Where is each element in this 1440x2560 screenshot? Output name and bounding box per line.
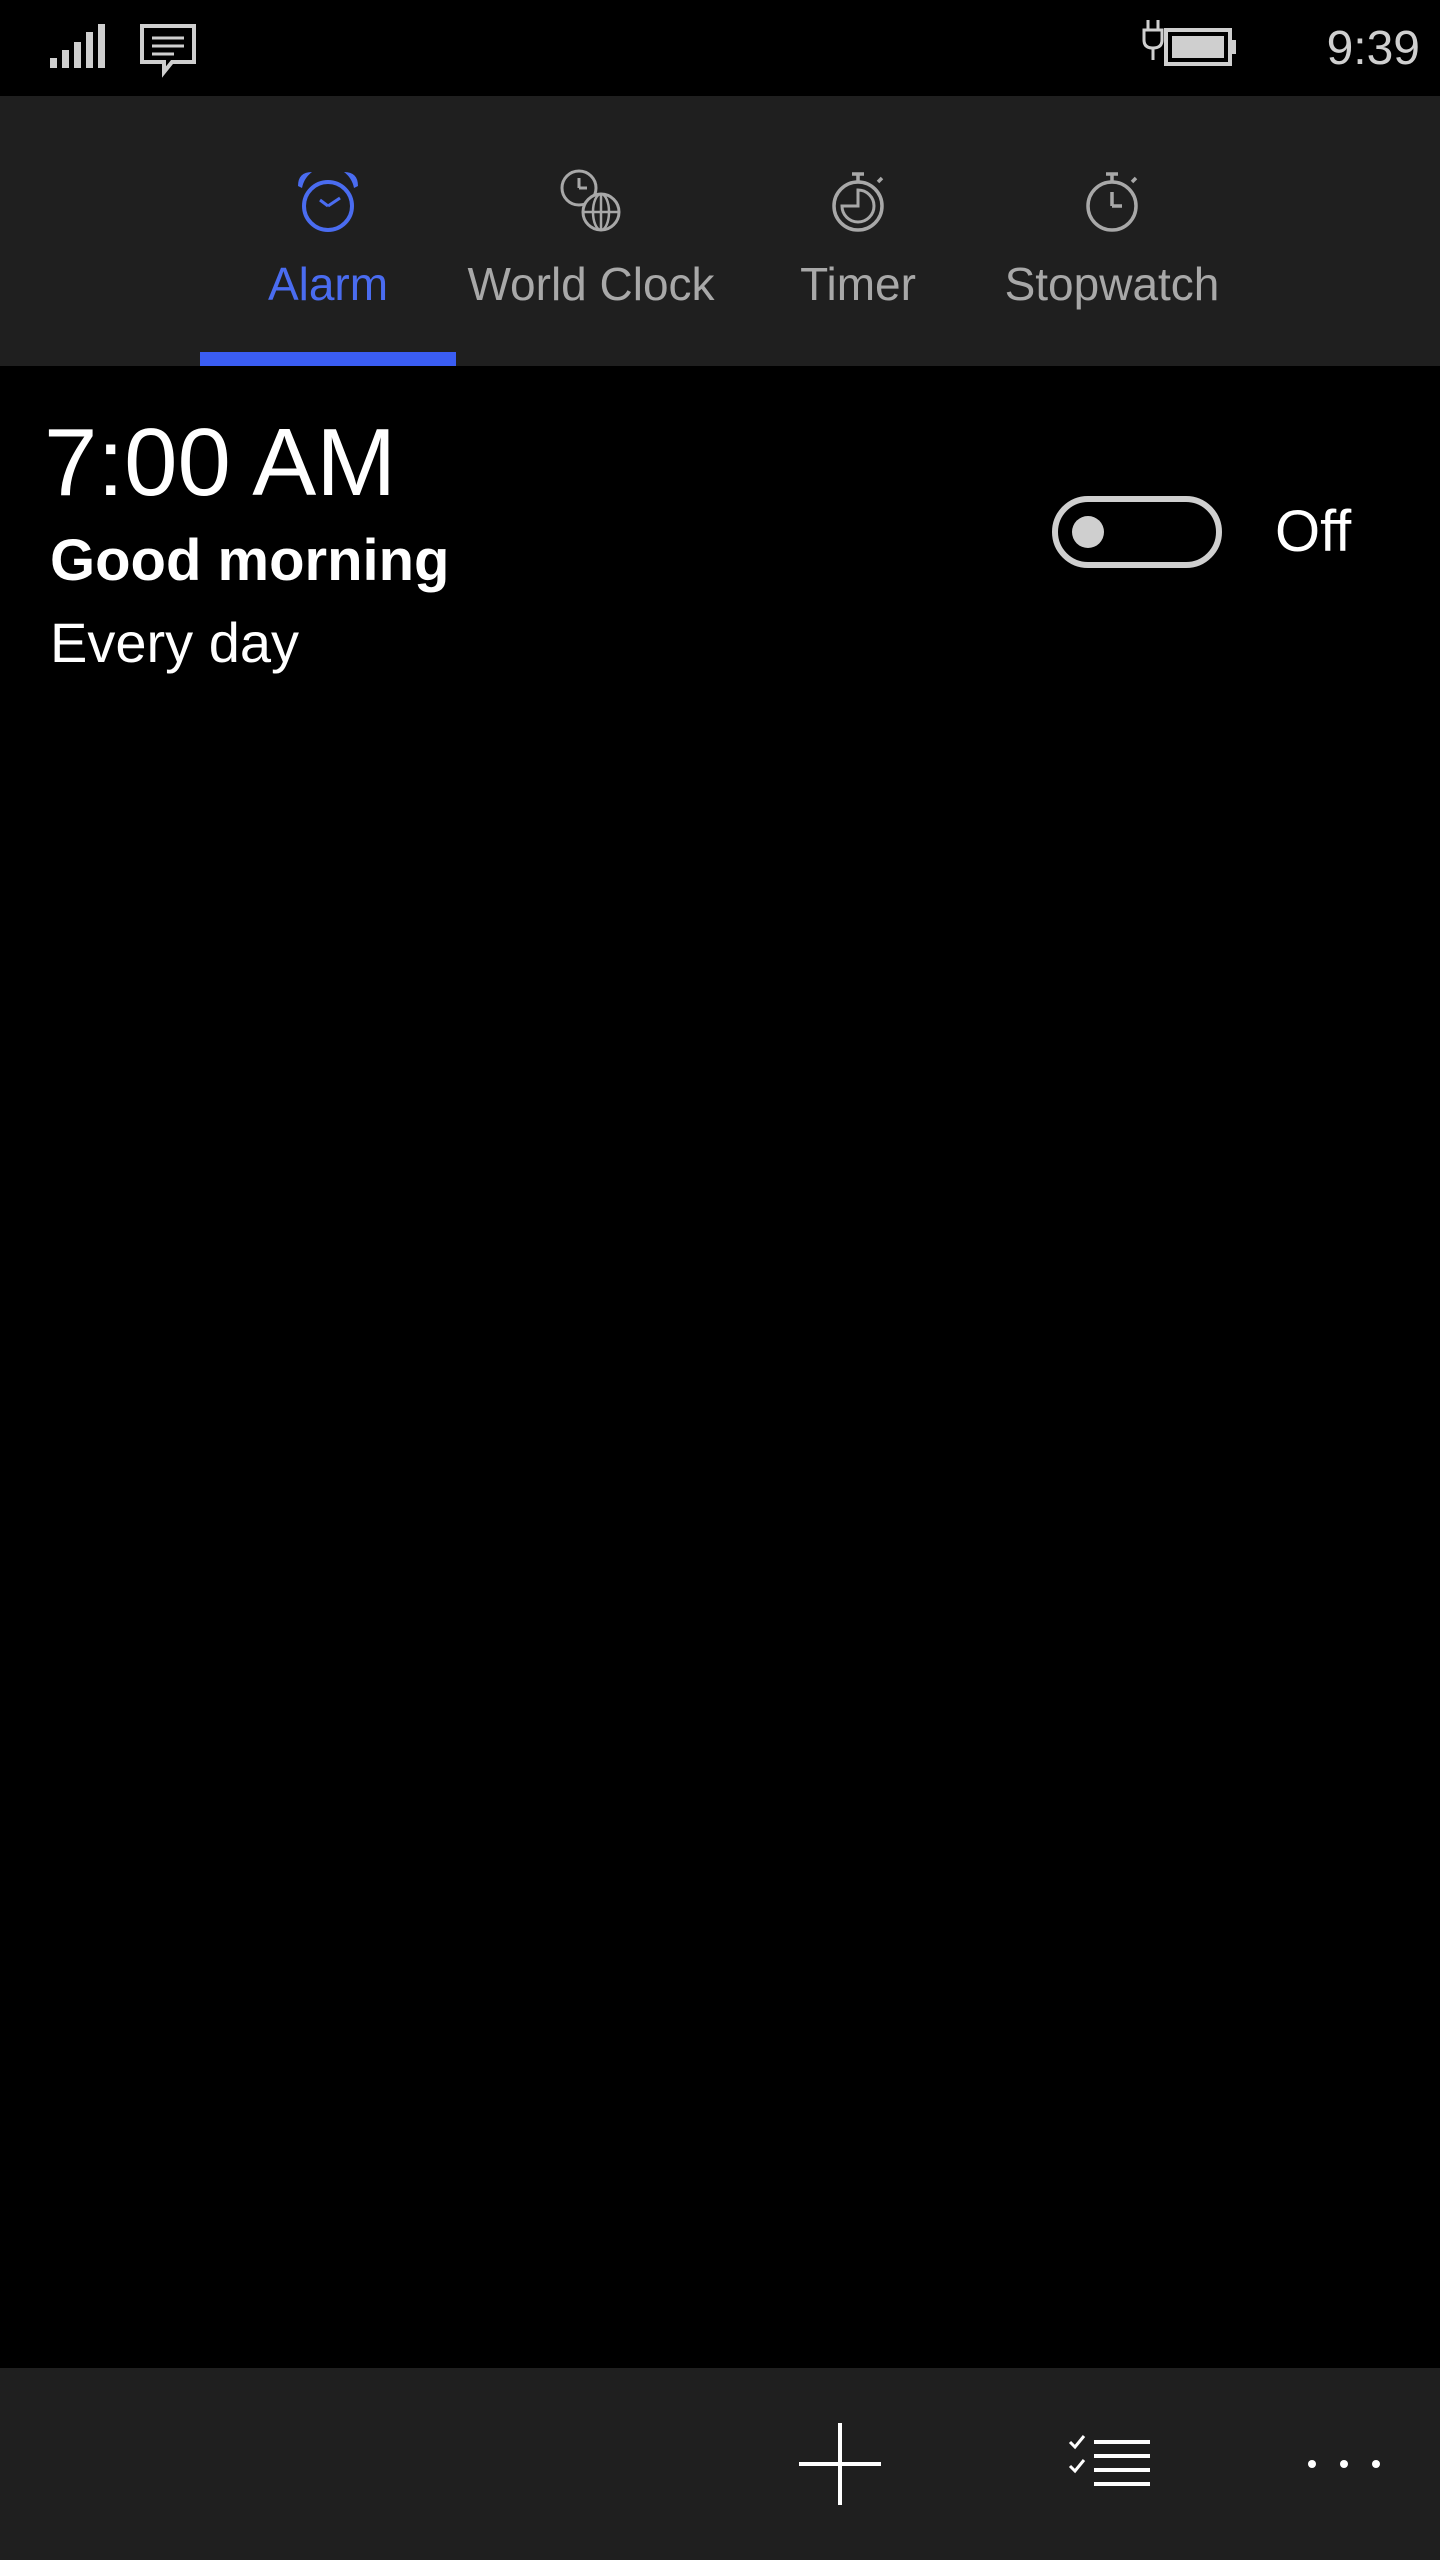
toggle-knob	[1072, 516, 1104, 548]
active-tab-indicator	[200, 352, 456, 366]
tab-alarm-label: Alarm	[267, 258, 389, 310]
battery-charging-icon	[1142, 20, 1236, 66]
alarm-time: 7:00 AM	[44, 409, 397, 516]
more-options-icon	[1308, 2460, 1380, 2468]
status-time: 9:39	[1326, 22, 1420, 75]
add-icon	[799, 2423, 881, 2505]
tab-world-clock-label: World Clock	[467, 258, 715, 310]
add-alarm-button[interactable]	[780, 2368, 900, 2560]
select-alarms-button[interactable]	[1050, 2368, 1170, 2560]
alarm-repeat: Every day	[50, 611, 299, 674]
world-clock-icon	[560, 169, 621, 232]
alarm-toggle-state: Off	[1275, 499, 1352, 564]
stopwatch-icon	[1086, 172, 1138, 232]
tab-alarm[interactable]: Alarm	[200, 96, 456, 366]
message-notification-icon	[140, 24, 196, 78]
timer-icon	[832, 172, 884, 232]
status-bar: 9:39	[0, 0, 1440, 96]
select-list-icon	[1068, 2435, 1150, 2486]
tab-timer-label: Timer	[800, 258, 916, 310]
more-options-button[interactable]	[1284, 2368, 1404, 2560]
tab-bar: Alarm World Clock Timer Stopwatch	[0, 96, 1440, 366]
app-bar	[0, 2368, 1440, 2560]
alarm-name: Good morning	[50, 528, 450, 593]
alarm-toggle-switch[interactable]	[1052, 496, 1222, 568]
signal-strength-icon	[50, 24, 105, 68]
alarm-clock-icon	[298, 172, 358, 232]
alarm-list-item[interactable]: 7:00 AM Good morning Every day Off	[0, 366, 1440, 706]
tab-world-clock[interactable]: World Clock	[456, 96, 726, 366]
tab-stopwatch[interactable]: Stopwatch	[980, 96, 1244, 366]
tab-timer[interactable]: Timer	[760, 96, 956, 366]
tab-stopwatch-label: Stopwatch	[1004, 258, 1220, 310]
